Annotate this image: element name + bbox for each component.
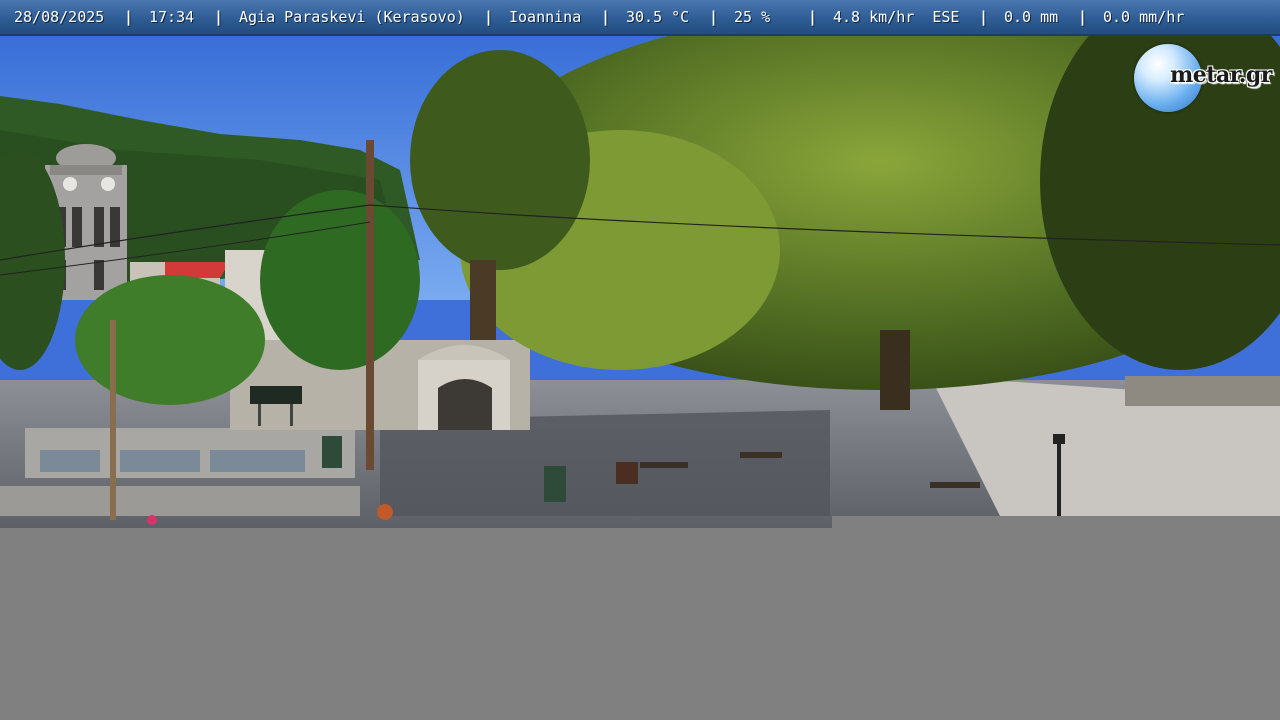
webcam-frame: 28/08/2025 | 17:34 | Agia Paraskevi (Ker… xyxy=(0,0,1280,720)
separator: | xyxy=(214,8,224,26)
trash-bin xyxy=(322,436,342,468)
webcam-image xyxy=(0,0,1280,528)
date-text: 28/08/2025 xyxy=(14,8,105,26)
separator: | xyxy=(979,8,989,26)
time-text: 17:34 xyxy=(149,8,195,26)
pine-tree xyxy=(410,50,590,270)
separator: | xyxy=(484,8,494,26)
tree xyxy=(75,275,265,405)
separator: | xyxy=(1078,8,1088,26)
tree-trunk xyxy=(470,260,496,340)
flowers xyxy=(147,515,157,525)
clock-face xyxy=(63,177,77,191)
flower-pot xyxy=(377,504,393,520)
logo-text: metar.gr xyxy=(1170,62,1272,88)
trash-bin xyxy=(544,466,566,502)
village-square-scene xyxy=(0,0,1280,528)
region-name: Ioannina xyxy=(509,8,582,26)
utility-pole xyxy=(110,320,116,520)
humidity-readout: 25 % xyxy=(734,8,771,26)
rain-rate-readout: 0.0 mm/hr xyxy=(1103,8,1185,26)
separator: | xyxy=(601,8,611,26)
clock-face xyxy=(101,177,115,191)
rain-readout: 0.0 mm xyxy=(1004,8,1059,26)
station-name: Agia Paraskevi (Kerasovo) xyxy=(239,8,465,26)
unrendered-image-area xyxy=(832,516,1280,528)
separator: | xyxy=(124,8,134,26)
separator: | xyxy=(709,8,719,26)
stone-fountain xyxy=(418,345,510,430)
separator: | xyxy=(808,8,818,26)
tree-trunk xyxy=(880,330,910,410)
wind-readout: 4.8 km/hr ESE xyxy=(833,8,960,26)
metar-logo[interactable]: metar.gr xyxy=(1134,44,1274,114)
utility-pole xyxy=(366,140,374,470)
weather-info-bar: 28/08/2025 | 17:34 | Agia Paraskevi (Ker… xyxy=(0,0,1280,36)
temperature-readout: 30.5 °C xyxy=(626,8,690,26)
lamp-post xyxy=(1057,440,1061,516)
